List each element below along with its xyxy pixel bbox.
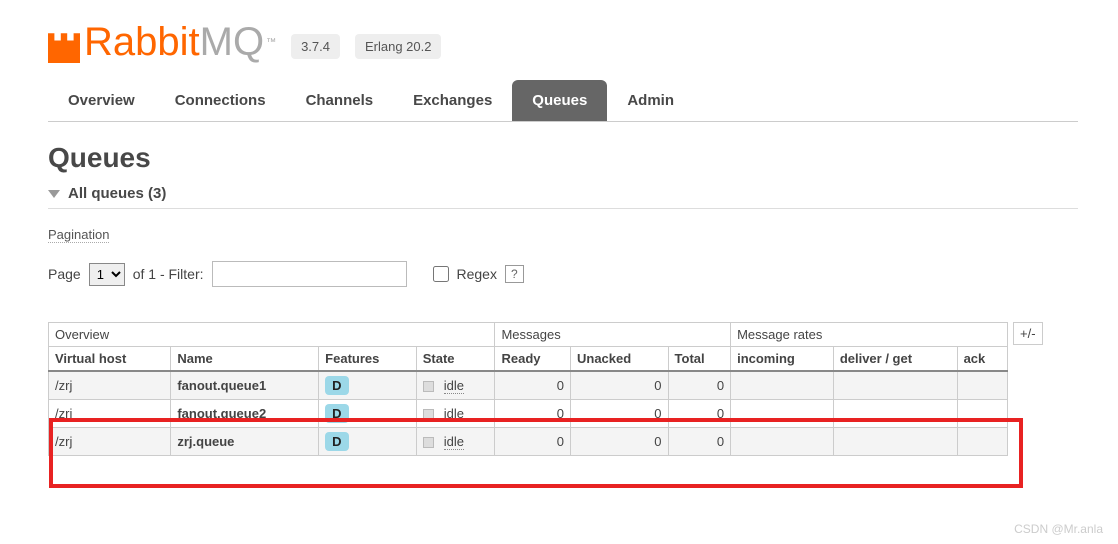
table-row: /zrj fanout.queue1 D idle 0 0 0 <box>49 371 1008 400</box>
cell-deliver <box>833 400 957 428</box>
cell-incoming <box>731 400 834 428</box>
col-vhost[interactable]: Virtual host <box>49 347 171 372</box>
version-badge: 3.7.4 <box>291 34 340 59</box>
pagination-label: Pagination <box>48 227 109 243</box>
cell-ack <box>957 371 1007 400</box>
queue-link[interactable]: zrj.queue <box>171 428 319 456</box>
tab-connections[interactable]: Connections <box>155 80 286 121</box>
cell-incoming <box>731 371 834 400</box>
state-icon <box>423 437 434 448</box>
cell-vhost: /zrj <box>49 428 171 456</box>
queue-link[interactable]: fanout.queue2 <box>171 400 319 428</box>
durable-badge: D <box>325 404 348 423</box>
cell-incoming <box>731 428 834 456</box>
state-text: idle <box>444 434 464 450</box>
logo-text-orange: Rabbit <box>84 20 200 64</box>
cell-features: D <box>319 371 417 400</box>
cell-deliver <box>833 371 957 400</box>
state-icon <box>423 381 434 392</box>
cell-unacked: 0 <box>570 400 668 428</box>
cell-vhost: /zrj <box>49 371 171 400</box>
filter-input[interactable] <box>212 261 407 287</box>
page-title: Queues <box>48 142 1078 174</box>
group-messages: Messages <box>495 323 731 347</box>
tab-queues[interactable]: Queues <box>512 80 607 121</box>
tab-admin[interactable]: Admin <box>607 80 694 121</box>
cell-ready: 0 <box>495 371 571 400</box>
erlang-badge: Erlang 20.2 <box>355 34 442 59</box>
col-deliver[interactable]: deliver / get <box>833 347 957 372</box>
cell-state: idle <box>416 371 495 400</box>
section-toggle[interactable]: All queues (3) <box>48 179 1078 209</box>
col-features: Features <box>319 347 417 372</box>
rabbitmq-icon <box>48 23 80 63</box>
queue-link[interactable]: fanout.queue1 <box>171 371 319 400</box>
group-rates: Message rates <box>731 323 1008 347</box>
col-ack[interactable]: ack <box>957 347 1007 372</box>
cell-vhost: /zrj <box>49 400 171 428</box>
trademark: ™ <box>266 37 276 48</box>
regex-checkbox[interactable] <box>433 266 449 282</box>
logo-text-gray: MQ <box>200 20 264 64</box>
cell-state: idle <box>416 428 495 456</box>
toggle-columns-button[interactable]: +/- <box>1013 322 1043 345</box>
col-ready[interactable]: Ready <box>495 347 571 372</box>
durable-badge: D <box>325 432 348 451</box>
tab-overview[interactable]: Overview <box>48 80 155 121</box>
filter-row: Page 1 of 1 - Filter: Regex ? <box>48 261 1078 287</box>
state-icon <box>423 409 434 420</box>
regex-label: Regex <box>457 266 497 282</box>
cell-total: 0 <box>668 400 731 428</box>
col-incoming[interactable]: incoming <box>731 347 834 372</box>
durable-badge: D <box>325 376 348 395</box>
cell-total: 0 <box>668 428 731 456</box>
section-title: All queues (3) <box>68 185 166 202</box>
tab-channels[interactable]: Channels <box>286 80 394 121</box>
page-select[interactable]: 1 <box>89 263 125 286</box>
group-overview: Overview <box>49 323 495 347</box>
col-total[interactable]: Total <box>668 347 731 372</box>
cell-features: D <box>319 400 417 428</box>
table-row: /zrj fanout.queue2 D idle 0 0 0 <box>49 400 1008 428</box>
cell-features: D <box>319 428 417 456</box>
logo-text: RabbitMQ <box>84 20 264 65</box>
tab-exchanges[interactable]: Exchanges <box>393 80 512 121</box>
header: RabbitMQ ™ 3.7.4 Erlang 20.2 <box>48 20 1078 65</box>
cell-unacked: 0 <box>570 428 668 456</box>
col-unacked[interactable]: Unacked <box>570 347 668 372</box>
cell-state: idle <box>416 400 495 428</box>
cell-unacked: 0 <box>570 371 668 400</box>
logo[interactable]: RabbitMQ ™ <box>48 20 276 65</box>
col-state[interactable]: State <box>416 347 495 372</box>
cell-ready: 0 <box>495 400 571 428</box>
state-text: idle <box>444 378 464 394</box>
queues-table: Overview Messages Message rates Virtual … <box>48 322 1008 456</box>
state-text: idle <box>444 406 464 422</box>
nav-tabs: Overview Connections Channels Exchanges … <box>48 80 1078 122</box>
chevron-down-icon <box>48 190 60 198</box>
of-label: of 1 - Filter: <box>133 266 204 282</box>
cell-ack <box>957 428 1007 456</box>
cell-deliver <box>833 428 957 456</box>
cell-ack <box>957 400 1007 428</box>
page-label: Page <box>48 266 81 282</box>
watermark: CSDN @Mr.anla <box>1014 522 1103 536</box>
help-icon[interactable]: ? <box>505 265 524 283</box>
cell-ready: 0 <box>495 428 571 456</box>
table-row: /zrj zrj.queue D idle 0 0 0 <box>49 428 1008 456</box>
cell-total: 0 <box>668 371 731 400</box>
col-name[interactable]: Name <box>171 347 319 372</box>
